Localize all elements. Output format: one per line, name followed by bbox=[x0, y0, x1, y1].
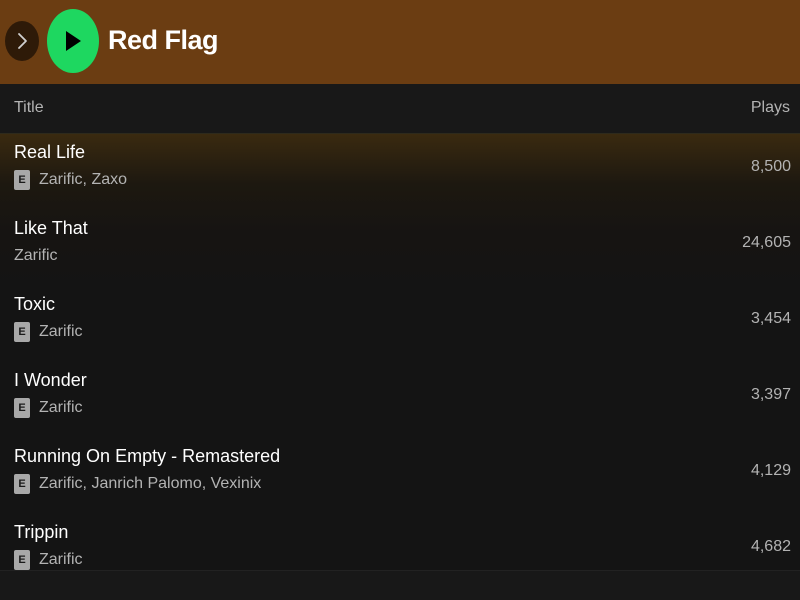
column-title: Title bbox=[14, 99, 44, 116]
explicit-badge: E bbox=[14, 170, 30, 190]
track-meta: E Zarific, Zaxo bbox=[14, 169, 127, 191]
track-name[interactable]: Real Life bbox=[14, 140, 85, 164]
track-list: Real Life E Zarific, Zaxo 8,500 Like Tha… bbox=[0, 134, 800, 570]
explicit-badge: E bbox=[14, 474, 30, 494]
track-plays: 3,397 bbox=[750, 386, 791, 403]
track-artists[interactable]: Zarific bbox=[39, 549, 83, 571]
play-button[interactable] bbox=[47, 9, 99, 73]
track-artists[interactable]: Zarific bbox=[39, 397, 83, 419]
track-artists[interactable]: Zarific bbox=[39, 321, 83, 343]
chevron-right-icon bbox=[18, 33, 27, 49]
track-name[interactable]: I Wonder bbox=[14, 368, 87, 392]
track-name[interactable]: Trippin bbox=[14, 520, 68, 544]
track-artists[interactable]: Zarific, Zaxo bbox=[39, 169, 127, 191]
track-meta: Zarific bbox=[14, 245, 58, 267]
track-name[interactable]: Like That bbox=[14, 216, 88, 240]
track-row[interactable]: I Wonder E Zarific 3,397 bbox=[0, 362, 800, 438]
explicit-badge: E bbox=[14, 550, 30, 570]
track-name[interactable]: Running On Empty - Remastered bbox=[14, 444, 280, 468]
track-row[interactable]: Running On Empty - Remastered E Zarific,… bbox=[0, 438, 800, 514]
explicit-badge: E bbox=[14, 398, 30, 418]
explicit-badge: E bbox=[14, 322, 30, 342]
playlist-view: Red Flag Title Plays Real Life E Zarific… bbox=[0, 0, 800, 600]
album-title: Red Flag bbox=[108, 25, 219, 55]
track-meta: E Zarific bbox=[14, 397, 83, 419]
bottom-bar bbox=[0, 570, 800, 600]
track-meta: E Zarific bbox=[14, 549, 83, 571]
column-plays: Plays bbox=[750, 99, 790, 116]
track-name[interactable]: Toxic bbox=[14, 292, 55, 316]
track-meta: E Zarific, Janrich Palomo, Vexinix bbox=[14, 473, 261, 495]
track-row[interactable]: Real Life E Zarific, Zaxo 8,500 bbox=[0, 134, 800, 210]
track-artists[interactable]: Zarific, Janrich Palomo, Vexinix bbox=[39, 473, 261, 495]
track-plays: 24,605 bbox=[742, 234, 791, 251]
track-list-header: Title Plays bbox=[0, 84, 800, 134]
track-meta: E Zarific bbox=[14, 321, 83, 343]
forward-button[interactable] bbox=[5, 21, 39, 61]
album-header: Red Flag bbox=[0, 0, 800, 84]
track-plays: 4,129 bbox=[750, 462, 791, 479]
track-artists[interactable]: Zarific bbox=[14, 245, 58, 267]
track-plays: 3,454 bbox=[750, 310, 791, 327]
track-row[interactable]: Toxic E Zarific 3,454 bbox=[0, 286, 800, 362]
track-plays: 4,682 bbox=[750, 538, 791, 555]
track-row[interactable]: Like That Zarific 24,605 bbox=[0, 210, 800, 286]
track-plays: 8,500 bbox=[750, 158, 791, 175]
play-icon bbox=[66, 31, 81, 51]
